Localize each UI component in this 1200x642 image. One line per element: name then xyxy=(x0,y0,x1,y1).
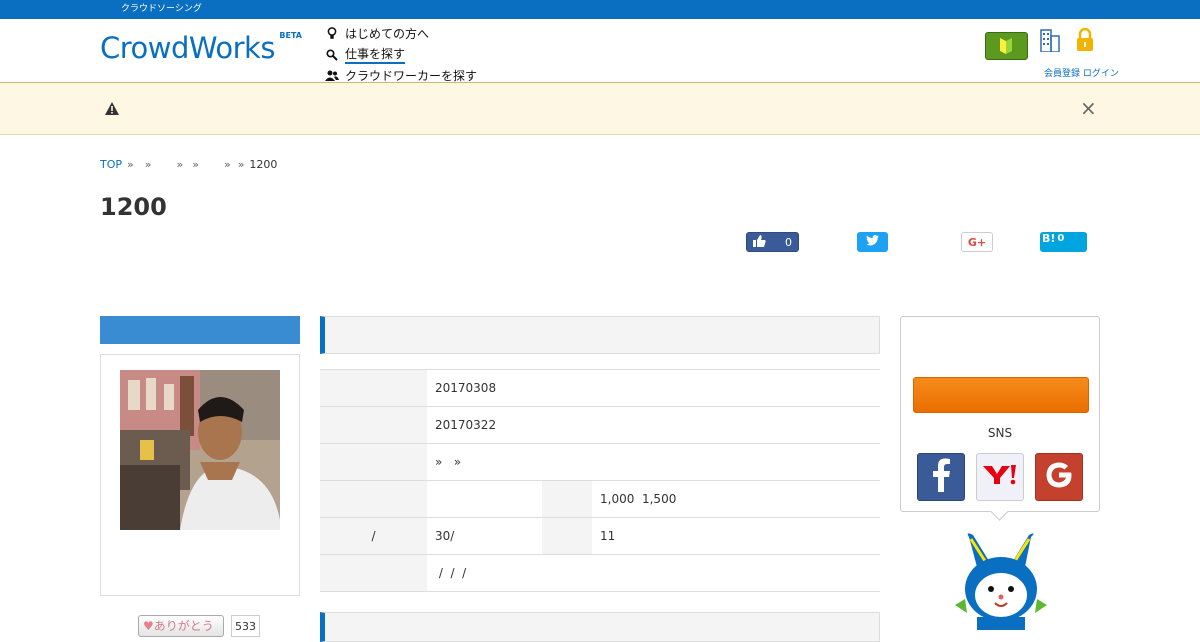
building-icon[interactable] xyxy=(1040,28,1060,56)
table-value xyxy=(427,480,542,518)
table-row: 1,000 1,500 xyxy=(320,480,880,518)
thanks-widget: ♥ありがとう 533 xyxy=(138,615,260,637)
client-header-bar xyxy=(100,316,300,344)
table-row: / / / xyxy=(320,554,880,592)
google-icon xyxy=(1044,460,1074,494)
table-label xyxy=(320,554,427,592)
thanks-count: 533 xyxy=(231,615,260,637)
breadcrumb-current: 1200 xyxy=(249,158,278,171)
users-icon xyxy=(325,69,339,83)
beginner-mark-button[interactable] xyxy=(985,32,1028,60)
logo-text: CrowdWorks xyxy=(100,31,275,65)
facebook-like-button[interactable]: 0 xyxy=(746,232,799,252)
top-bar-text: クラウドソーシング xyxy=(121,4,202,14)
table-value: 11 xyxy=(592,517,880,555)
table-label: / xyxy=(320,517,427,555)
top-bar: クラウドソーシング xyxy=(0,0,1200,19)
lock-icon[interactable] xyxy=(1075,27,1095,56)
breadcrumb: TOP » » » » » » 1200 xyxy=(100,158,277,171)
client-profile-box xyxy=(100,354,300,596)
table-value: / / / xyxy=(427,554,880,592)
table-label xyxy=(320,406,427,444)
twitter-icon xyxy=(866,235,879,249)
client-avatar[interactable] xyxy=(120,370,280,530)
thumbs-up-icon xyxy=(753,234,766,250)
yahoo-icon xyxy=(983,465,1017,489)
table-row: / 30/ 11 xyxy=(320,517,880,555)
breadcrumb-separator: » xyxy=(192,158,199,171)
nav-item-beginners[interactable]: はじめての方へ xyxy=(325,23,477,44)
table-row: » » xyxy=(320,443,880,481)
table-value: 20170308 xyxy=(427,369,880,407)
table-label xyxy=(320,369,427,407)
apply-box: SNS xyxy=(900,316,1100,512)
breadcrumb-separator: » xyxy=(176,158,184,171)
crowdworks-logo[interactable]: CrowdWorks BETA xyxy=(100,31,304,65)
facebook-login-button[interactable] xyxy=(917,453,965,501)
table-row: 20170308 xyxy=(320,369,880,407)
budget-value: 1,000 1,500 xyxy=(592,480,880,518)
apply-button[interactable] xyxy=(913,377,1089,413)
lightbulb-icon xyxy=(325,27,339,41)
breadcrumb-separator: » xyxy=(223,158,231,171)
breadcrumb-separator: » xyxy=(237,158,245,171)
hatena-bookmark-button[interactable]: B! 0 xyxy=(1040,232,1087,252)
table-label xyxy=(542,480,592,518)
facebook-icon xyxy=(931,458,951,496)
nav-label: クラウドワーカーを探す xyxy=(345,69,478,83)
mascot-illustration xyxy=(955,533,1047,634)
job-details: 20170308 20170322 » » 1,000 1,500 / 30/ … xyxy=(320,316,880,592)
job-overview-header xyxy=(320,316,880,354)
breadcrumb-separator: » xyxy=(144,158,152,171)
breadcrumb-separator: » xyxy=(127,158,134,171)
job-info-table: 20170308 20170322 » » 1,000 1,500 / 30/ … xyxy=(320,369,880,592)
breadcrumb-top-link[interactable]: TOP xyxy=(100,158,122,171)
search-icon xyxy=(325,48,339,62)
hatena-count: 0 xyxy=(1057,233,1065,244)
category-links[interactable]: » » xyxy=(427,443,880,481)
nav-label: 仕事を探す xyxy=(345,45,406,64)
thanks-label: ありがとう xyxy=(153,619,214,633)
client-sidebar xyxy=(100,316,300,596)
yahoo-login-button[interactable] xyxy=(976,453,1024,501)
table-value: 30/ xyxy=(427,517,542,555)
heart-icon: ♥ xyxy=(143,619,154,633)
site-header: CrowdWorks BETA はじめての方へ 仕事を探す クラウドワーカーを探… xyxy=(0,19,1200,83)
main-nav: はじめての方へ 仕事を探す クラウドワーカーを探す xyxy=(325,23,477,86)
table-label xyxy=(320,443,427,481)
table-label xyxy=(320,480,427,518)
facebook-like-count: 0 xyxy=(785,235,792,249)
beginner-leaf-icon xyxy=(1000,38,1012,54)
hatena-bookmark-icon: B! xyxy=(1042,232,1056,245)
table-row: 20170322 xyxy=(320,406,880,444)
nav-label: はじめての方へ xyxy=(345,27,430,41)
page-title: 1200 xyxy=(100,193,167,221)
google-plus-button[interactable]: G+ xyxy=(961,232,993,252)
close-icon[interactable]: × xyxy=(1080,96,1097,120)
table-value: 20170322 xyxy=(427,406,880,444)
job-description-header xyxy=(320,612,880,642)
logo-beta-badge: BETA xyxy=(279,31,302,40)
warning-icon xyxy=(105,100,119,119)
google-login-button[interactable] xyxy=(1035,453,1083,501)
thanks-button[interactable]: ♥ありがとう xyxy=(138,615,224,637)
twitter-share-button[interactable] xyxy=(857,232,888,252)
nav-item-find-jobs[interactable]: 仕事を探す xyxy=(325,44,477,65)
sns-label: SNS xyxy=(987,426,1013,440)
table-label xyxy=(542,517,592,555)
alert-banner: × xyxy=(0,83,1200,135)
login-signup-links[interactable]: 会員登録 ログイン xyxy=(1044,66,1119,79)
google-plus-label: G+ xyxy=(967,235,987,249)
